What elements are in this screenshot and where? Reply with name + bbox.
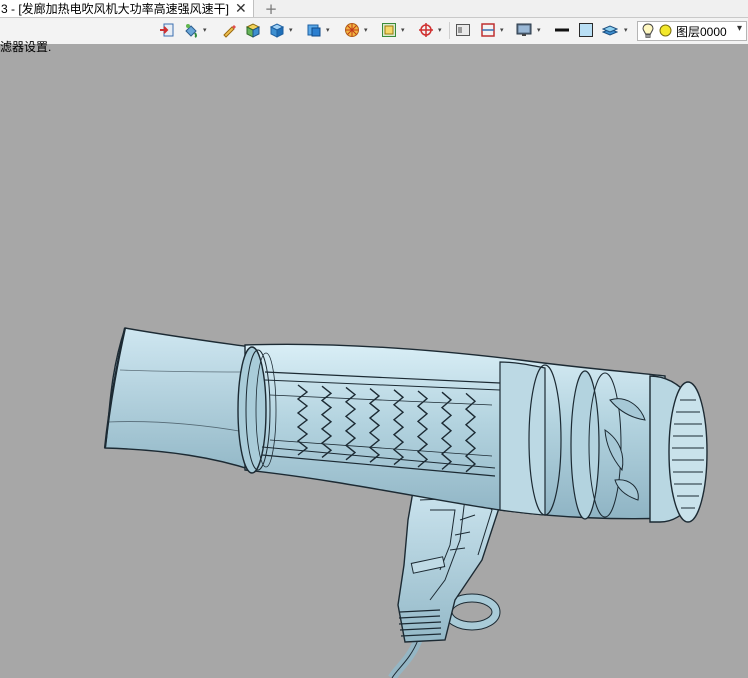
motor-housing (499, 361, 546, 516)
view-cube-button[interactable] (305, 21, 323, 39)
layers-icon (602, 25, 618, 36)
line-width-button[interactable] (553, 21, 571, 39)
render-button[interactable] (343, 21, 361, 39)
render-wheel-icon (345, 23, 359, 37)
3d-viewport[interactable] (0, 44, 748, 678)
zoom-frame-button[interactable] (380, 21, 398, 39)
display-button[interactable] (515, 21, 533, 39)
layers-dropdown-icon[interactable]: ▾ (624, 27, 630, 34)
window-icon (456, 24, 470, 36)
section-icon (481, 23, 495, 37)
close-tab-icon[interactable]: ✕ (235, 1, 247, 17)
dryer-body (244, 343, 669, 520)
color-swatch-button[interactable] (577, 21, 595, 39)
paint-button[interactable] (182, 21, 200, 39)
paint-bucket-icon (185, 24, 197, 38)
monitor-icon (516, 23, 532, 36)
layer-select[interactable]: 图层0000 ▾ (637, 21, 747, 41)
document-tab[interactable]: 3 - [发廊加热电吹风机大功率高速强风速干] ✕ (0, 0, 254, 17)
section-button[interactable] (479, 21, 497, 39)
axis-dropdown-icon[interactable]: ▾ (438, 27, 444, 34)
solid-box-button[interactable] (268, 21, 286, 39)
import-icon (160, 23, 174, 37)
line-width-icon (555, 28, 569, 32)
paint-dropdown-icon[interactable]: ▾ (203, 27, 209, 34)
center-axis-button[interactable] (417, 21, 435, 39)
layer-current-value: 图层0000 (676, 24, 727, 39)
hair-dryer-model[interactable] (0, 44, 748, 678)
layers-button[interactable] (601, 21, 619, 39)
document-tab-title: 3 - [发廊加热电吹风机大功率高速强风速干] (1, 2, 230, 16)
box-blue-icon (269, 23, 285, 38)
layer-color-icon[interactable] (659, 24, 673, 38)
rear-grille (668, 381, 708, 523)
pen-icon (223, 25, 236, 38)
import-button[interactable] (158, 21, 176, 39)
view-dropdown-icon[interactable]: ▾ (326, 27, 332, 34)
section-dropdown-icon[interactable]: ▾ (500, 27, 506, 34)
center-axis-icon (419, 23, 433, 37)
lightbulb-icon[interactable] (642, 23, 656, 39)
display-dropdown-icon[interactable]: ▾ (537, 27, 543, 34)
render-dropdown-icon[interactable]: ▾ (364, 27, 370, 34)
chevron-down-icon[interactable]: ▾ (737, 23, 742, 34)
view-cube-icon (307, 24, 321, 37)
box-dropdown-icon[interactable]: ▾ (289, 27, 295, 34)
document-tab-bar: 3 - [发廊加热电吹风机大功率高速强风速干] ✕ + (0, 0, 748, 18)
front-ring (237, 346, 267, 474)
shaded-box-button[interactable] (244, 21, 262, 39)
view-toolbar: ▾ ▾ ▾ ▾ ▾ ▾ ▾ ▾ ▾ (0, 18, 748, 44)
box-shaded-icon (245, 23, 261, 38)
new-tab-button[interactable]: + (262, 0, 280, 18)
nozzle (104, 327, 253, 471)
zoom-frame-icon (382, 23, 396, 37)
toolbar-separator (449, 22, 450, 39)
window-button[interactable] (454, 21, 472, 39)
zoom-dropdown-icon[interactable]: ▾ (401, 27, 407, 34)
draw-button[interactable] (220, 21, 238, 39)
color-swatch-icon (579, 23, 593, 37)
